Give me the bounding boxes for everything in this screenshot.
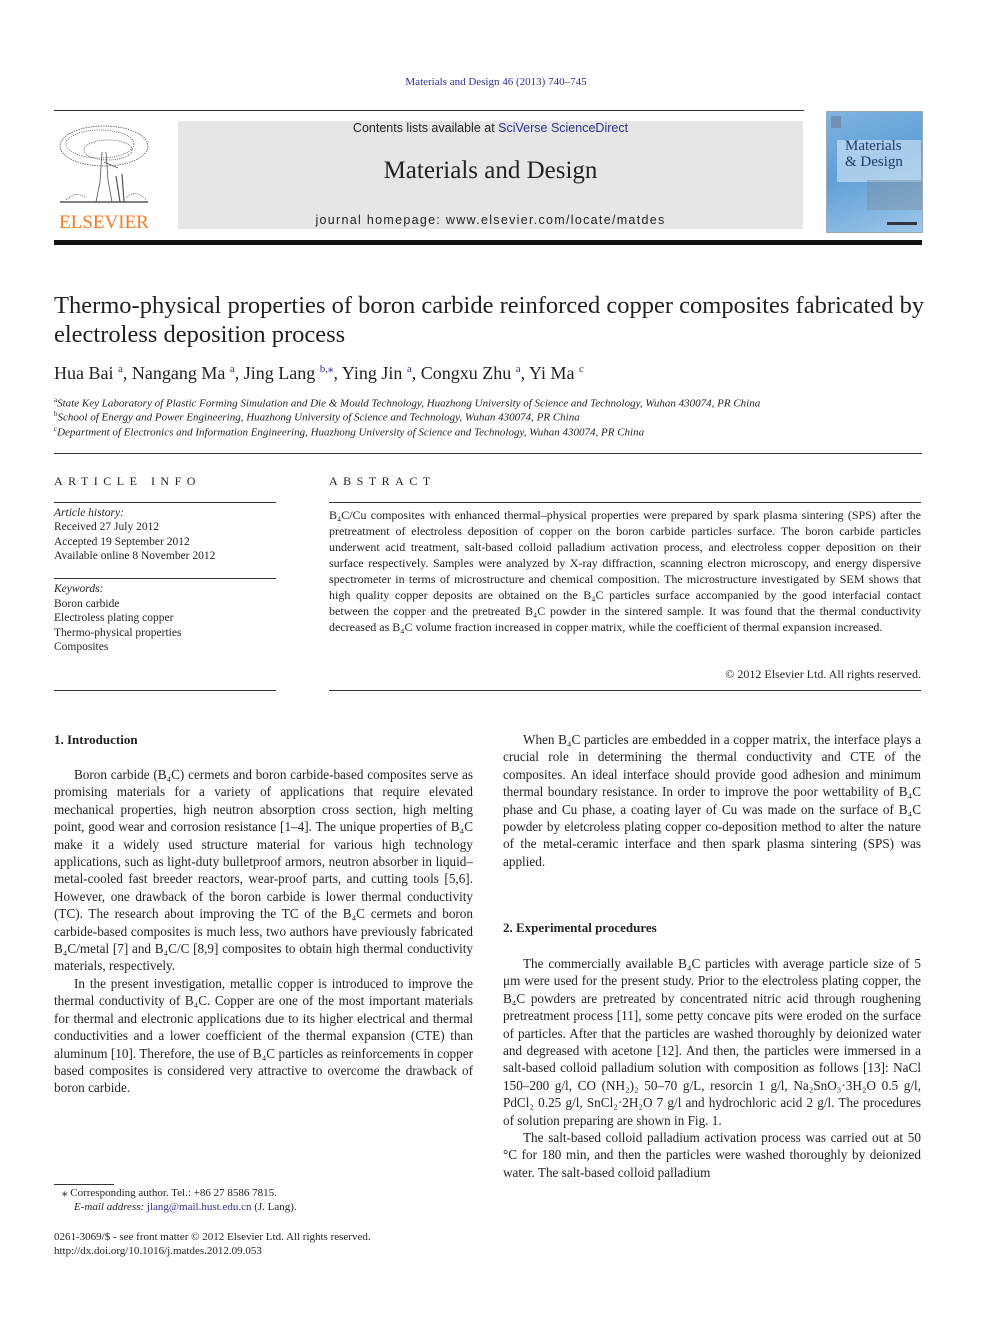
abstract-copyright: © 2012 Elsevier Ltd. All rights reserved… bbox=[725, 667, 921, 681]
affiliation-c: cDepartment of Electronics and Informati… bbox=[54, 425, 645, 439]
author-list: Hua Bai a, Nangang Ma a, Jing Lang b,⁎, … bbox=[54, 362, 584, 384]
keywords-label: Keywords: bbox=[54, 583, 104, 595]
paragraph: The commercially available B₄C particles… bbox=[503, 956, 921, 1128]
affiliation-ref[interactable]: b,⁎ bbox=[320, 363, 334, 375]
corresponding-author-note: ⁎ Corresponding author. Tel.: +86 27 858… bbox=[62, 1187, 277, 1199]
elsevier-wordmark: ELSEVIER bbox=[59, 212, 149, 233]
author: Hua Bai a, bbox=[54, 363, 132, 383]
footnote-divider bbox=[54, 1184, 114, 1185]
online-date: Available online 8 November 2012 bbox=[54, 550, 216, 562]
abstract-bottom-divider bbox=[329, 690, 921, 691]
cover-title-line1: Materials bbox=[845, 138, 902, 154]
article-info-bottom-divider bbox=[54, 690, 276, 691]
running-head[interactable]: Materials and Design 46 (2013) 740–745 bbox=[0, 76, 992, 88]
elsevier-logo[interactable]: ELSEVIER bbox=[54, 122, 154, 234]
abstract-text: B₄C/Cu composites with enhanced thermal–… bbox=[329, 508, 921, 634]
keyword: Thermo-physical properties bbox=[54, 627, 182, 639]
cover-texture bbox=[867, 180, 922, 210]
paragraph: In the present investigation, metallic c… bbox=[54, 975, 473, 1096]
header-divider bbox=[54, 110, 804, 111]
paragraph: When B₄C particles are embedded in a cop… bbox=[503, 732, 921, 869]
author: Jing Lang b,⁎, bbox=[243, 363, 342, 383]
journal-homepage[interactable]: journal homepage: www.elsevier.com/locat… bbox=[178, 213, 803, 227]
author: Ying Jin a, bbox=[341, 363, 421, 383]
keyword: Electroless plating copper bbox=[54, 612, 174, 624]
sciencedirect-link[interactable]: SciVerse ScienceDirect bbox=[498, 121, 628, 135]
author: Yi Ma c bbox=[529, 363, 584, 383]
journal-cover-image[interactable]: Materials & Design bbox=[826, 111, 923, 233]
author: Congxu Zhu a, bbox=[420, 363, 529, 383]
cover-barcode bbox=[887, 222, 917, 225]
contents-availability: Contents lists available at SciVerse Sci… bbox=[178, 121, 803, 135]
history-label: Article history: bbox=[54, 507, 124, 519]
section-heading-experimental: 2. Experimental procedures bbox=[503, 920, 657, 935]
author: Nangang Ma a, bbox=[131, 363, 244, 383]
affiliation-b: bSchool of Energy and Power Engineering,… bbox=[54, 410, 580, 424]
email-link[interactable]: jlang@mail.hust.edu.cn bbox=[147, 1201, 252, 1213]
elsevier-tree-icon bbox=[59, 125, 149, 203]
received-date: Received 27 July 2012 bbox=[54, 521, 160, 533]
journal-banner: Contents lists available at SciVerse Sci… bbox=[178, 121, 803, 229]
contents-prefix: Contents lists available at bbox=[352, 121, 499, 135]
section-heading-introduction: 1. Introduction bbox=[54, 732, 138, 747]
journal-name: Materials and Design bbox=[383, 157, 598, 184]
cover-logo-icon bbox=[831, 116, 841, 128]
email-label: E-mail address: bbox=[74, 1201, 147, 1213]
paragraph: The salt-based colloid palladium activat… bbox=[503, 1130, 921, 1180]
issn-line: 0261-3069/$ - see front matter © 2012 El… bbox=[54, 1231, 371, 1243]
keyword: Composites bbox=[54, 641, 109, 653]
experimental-body: The commercially available B₄C particles… bbox=[503, 955, 921, 1181]
masthead-divider bbox=[54, 240, 922, 245]
paragraph: Boron carbide (B₄C) cermets and boron ca… bbox=[54, 767, 473, 974]
abstract-divider bbox=[329, 502, 921, 503]
keywords-divider bbox=[54, 578, 276, 579]
article-info-heading: ARTICLE INFO bbox=[54, 474, 201, 488]
affiliation-ref[interactable]: c bbox=[579, 363, 584, 375]
abstract-heading: ABSTRACT bbox=[329, 474, 436, 488]
article-info-divider bbox=[54, 502, 276, 503]
affiliation-a: aState Key Laboratory of Plastic Forming… bbox=[54, 396, 761, 410]
accepted-date: Accepted 19 September 2012 bbox=[54, 536, 190, 548]
email-note: E-mail address: jlang@mail.hust.edu.cn (… bbox=[74, 1201, 297, 1213]
affiliation-divider bbox=[54, 453, 922, 454]
introduction-body-continued: When B₄C particles are embedded in a cop… bbox=[503, 731, 921, 870]
article-title: Thermo-physical properties of boron carb… bbox=[54, 292, 925, 348]
doi-link[interactable]: http://dx.doi.org/10.1016/j.matdes.2012.… bbox=[54, 1245, 262, 1257]
cover-title-line2: & Design bbox=[845, 154, 903, 170]
keyword: Boron carbide bbox=[54, 598, 120, 610]
introduction-body: Boron carbide (B₄C) cermets and boron ca… bbox=[54, 766, 473, 1097]
